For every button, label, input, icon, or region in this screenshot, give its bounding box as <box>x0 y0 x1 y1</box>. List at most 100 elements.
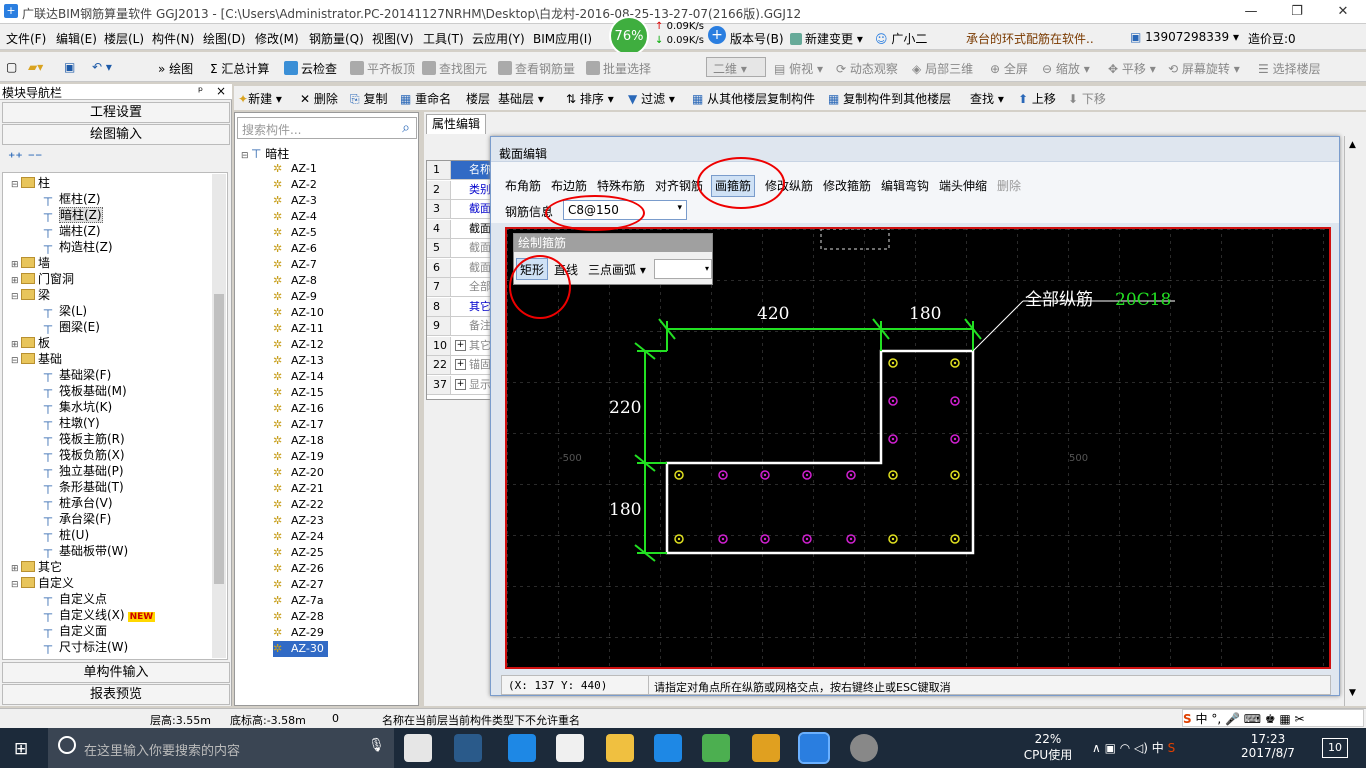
component-list-item[interactable]: ✲ AZ-20 <box>273 465 324 481</box>
flat-top-button[interactable]: 平齐板顶 <box>350 60 415 77</box>
plus-icon[interactable]: + <box>708 26 726 44</box>
menu-version[interactable]: 版本号(B) <box>730 30 784 47</box>
task-view-icon[interactable] <box>404 734 432 762</box>
component-list-item[interactable]: ✲ AZ-10 <box>273 305 324 321</box>
property-row[interactable]: 2 类别 <box>427 180 497 200</box>
browser-icon[interactable] <box>702 734 730 762</box>
rebar-info-input[interactable]: C8@150 ▾ <box>563 200 687 220</box>
menu-guangxiao[interactable]: ☺ 广小二 <box>875 30 927 47</box>
component-list-item[interactable]: ✲ AZ-18 <box>273 433 324 449</box>
component-list-item[interactable]: ✲ AZ-1 <box>273 161 317 177</box>
line-button[interactable]: 直线 <box>554 261 578 278</box>
tree-scrollbar[interactable] <box>212 174 226 658</box>
tree-item[interactable]: ⊤ 圈梁(E) <box>41 319 100 337</box>
menu-bim[interactable]: BIM应用(I) <box>533 30 592 47</box>
property-row[interactable]: 8 其它 <box>427 297 497 317</box>
mic-icon[interactable]: 🎙 <box>368 738 385 753</box>
property-row[interactable]: 22 + 锚固 <box>427 356 497 375</box>
single-input-button[interactable]: 单构件输入 <box>2 662 230 683</box>
component-list-item[interactable]: ✲ AZ-25 <box>273 545 324 561</box>
copy-button[interactable]: ⎘ 复制 <box>350 90 387 107</box>
component-list-item[interactable]: ✲ AZ-2 <box>273 177 317 193</box>
section-canvas[interactable]: -500 500 420 180 220 180 全部纵筋 20C18 <box>505 227 1331 669</box>
component-list-item[interactable]: ✲ AZ-28 <box>273 609 324 625</box>
tree-folder[interactable]: ⊞ 墙 <box>11 255 50 271</box>
menu-rebar-qty[interactable]: 钢筋量(Q) <box>309 30 364 47</box>
tree-folder[interactable]: ⊟ 梁 <box>11 287 50 303</box>
copy-to-floor-button[interactable]: ▦ 复制构件到其他楼层 <box>828 90 951 107</box>
store-icon[interactable] <box>556 734 584 762</box>
cloud-check-button[interactable]: 云检查 <box>284 60 337 77</box>
tree-item[interactable]: ⊤ 筏板基础(M) <box>41 383 127 401</box>
component-list-item[interactable]: ✲ AZ-17 <box>273 417 324 433</box>
view-mode-select[interactable]: 二维 ▾ <box>706 57 766 77</box>
tree-item[interactable]: ⊤ 基础板带(W) <box>41 543 128 561</box>
edge-icon[interactable] <box>508 734 536 762</box>
menu-edit[interactable]: 编辑(E) <box>56 30 97 47</box>
dropdown-arrow-icon[interactable]: ▾ <box>677 203 682 213</box>
tree-item[interactable]: ⊤ 梁(L) <box>41 303 87 321</box>
restore-button[interactable]: ❐ <box>1274 0 1320 24</box>
component-list-item[interactable]: ✲ AZ-21 <box>273 481 324 497</box>
tree-folder[interactable]: ⊟ 基础 <box>11 351 62 367</box>
section-tool-button[interactable]: 特殊布筋 <box>597 175 645 197</box>
tree-folder[interactable]: ⊟ 自定义 <box>11 575 74 591</box>
expand-icon[interactable]: + <box>455 359 466 370</box>
network-speed-badge[interactable]: 76% <box>609 16 649 56</box>
component-list-item[interactable]: ✲ AZ-15 <box>273 385 324 401</box>
menu-floor[interactable]: 楼层(L) <box>104 30 144 47</box>
component-list-item[interactable]: ✲ AZ-7 <box>273 257 317 273</box>
file-explorer-icon[interactable] <box>606 734 634 762</box>
move-up-button[interactable]: ⬆ 上移 <box>1018 90 1056 107</box>
save-icon[interactable]: ▣ <box>64 60 75 74</box>
component-list-item[interactable]: ✲ AZ-9 <box>273 289 317 305</box>
scroll-down-icon[interactable]: ▼ <box>1349 688 1356 698</box>
section-tool-button[interactable]: 布边筋 <box>551 175 587 197</box>
component-list-item[interactable]: ✲ AZ-27 <box>273 577 324 593</box>
search-input[interactable]: 搜索构件... <box>237 117 417 139</box>
property-row[interactable]: 1 名称 <box>427 161 497 180</box>
new-file-icon[interactable]: ▢ <box>6 60 17 74</box>
ime-toolbar[interactable]: S 中 °, 🎤 ⌨ ♚ ▦ ✂ <box>1182 709 1364 727</box>
three-point-arc-button[interactable]: 三点画弧 ▾ <box>588 261 646 278</box>
dynamic-view-button[interactable]: ⟳ 动态观察 <box>836 60 898 77</box>
report-preview-button[interactable]: 报表预览 <box>2 684 230 705</box>
component-list-item[interactable]: ✲ AZ-24 <box>273 529 324 545</box>
drawing-input-button[interactable]: 绘图输入 <box>2 124 230 145</box>
component-list-item[interactable]: ✲ AZ-3 <box>273 193 317 209</box>
rect-button[interactable]: 矩形 <box>516 258 549 280</box>
rename-button[interactable]: ▦ 重命名 <box>400 90 451 107</box>
component-list-item[interactable]: ✲ AZ-6 <box>273 241 317 257</box>
property-row[interactable]: 9 备注 <box>427 317 497 336</box>
tree-item[interactable]: ⊤ 独立基础(P) <box>41 463 124 481</box>
tree-item[interactable]: ⊤ 基础梁(F) <box>41 367 112 385</box>
menu-modify[interactable]: 修改(M) <box>255 30 299 47</box>
property-row[interactable]: 4 截面 <box>427 219 497 239</box>
photo-app-icon[interactable] <box>850 734 878 762</box>
batch-select-button[interactable]: 批量选择 <box>586 60 651 77</box>
component-list-item[interactable]: ✲ AZ-14 <box>273 369 324 385</box>
tree-item[interactable]: ⊤ 端柱(Z) <box>41 223 101 241</box>
component-list-item[interactable]: ✲ AZ-16 <box>273 401 324 417</box>
component-list-item[interactable]: ✲ AZ-13 <box>273 353 324 369</box>
tree-item[interactable]: ⊤ 自定义点 <box>41 591 107 609</box>
copy-from-floor-button[interactable]: ▦ 从其他楼层复制构件 <box>692 90 815 107</box>
minimize-button[interactable]: — <box>1228 0 1274 24</box>
arc-option-select[interactable]: ▾ <box>654 259 712 279</box>
price-bean[interactable]: 造价豆:0 <box>1248 30 1296 47</box>
tab-property-edit[interactable]: 属性编辑 <box>426 114 486 134</box>
app-icon-1[interactable] <box>454 734 482 762</box>
property-row[interactable]: 5 截面 <box>427 239 497 258</box>
find-element-button[interactable]: 查找图元 <box>422 60 487 77</box>
view-rebar-button[interactable]: 查看钢筋量 <box>498 60 575 77</box>
section-tool-button[interactable]: 修改箍筋 <box>823 175 871 197</box>
component-list-item[interactable]: ✲ AZ-7a <box>273 593 324 609</box>
property-row[interactable]: 10 + 其它 <box>427 336 497 356</box>
select-floor-button[interactable]: ☰ 选择楼层 <box>1258 60 1321 77</box>
draw-button[interactable]: » 绘图 <box>158 60 193 77</box>
expand-icon[interactable]: + <box>455 339 466 351</box>
list-root[interactable]: ⊟ ⊤ 暗柱 <box>241 145 289 162</box>
tree-item[interactable]: ⊤ 框柱(Z) <box>41 191 101 209</box>
property-row[interactable]: 7 全部 <box>427 278 497 297</box>
collapse-icon[interactable]: ⊟ <box>241 151 251 161</box>
